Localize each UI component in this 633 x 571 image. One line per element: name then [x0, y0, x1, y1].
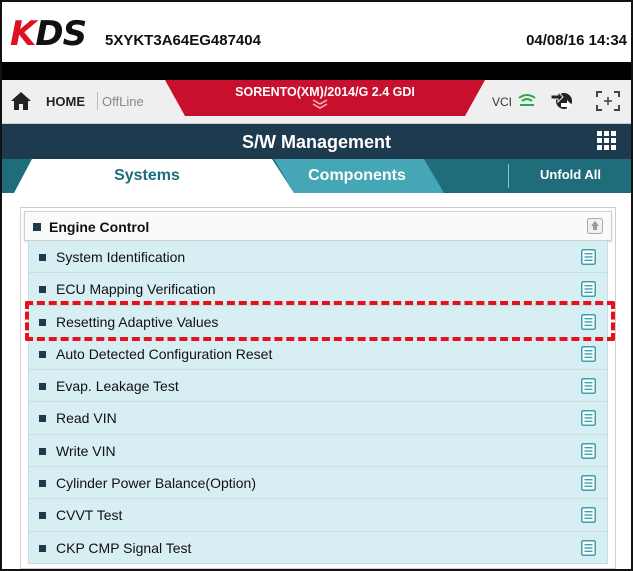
group-label: Engine Control — [49, 219, 150, 235]
system-group-panel: Engine Control System Identification ECU … — [20, 207, 616, 569]
datetime: 04/08/16 14:34 — [526, 32, 627, 49]
bullet-icon — [39, 350, 46, 358]
vin-number: 5XYKT3A64EG487404 — [105, 32, 261, 49]
document-icon[interactable] — [581, 442, 596, 459]
bullet-icon — [39, 415, 46, 423]
vehicle-info[interactable]: SORENTO(XM)/2014/G 2.4 GDI — [165, 85, 485, 99]
bullet-icon — [39, 544, 46, 552]
list-item-label: Write VIN — [56, 442, 116, 459]
list-item[interactable]: System Identification — [28, 241, 608, 274]
tab-systems-label[interactable]: Systems — [62, 167, 232, 185]
page-title: S/W Management — [241, 132, 392, 152]
list-item-label: Read VIN — [56, 410, 117, 427]
list-item[interactable]: CVVT Test — [28, 499, 608, 532]
bullet-icon — [33, 223, 41, 231]
list-item[interactable]: Write VIN — [28, 434, 608, 468]
unfold-all-button[interactable]: Unfold All — [514, 167, 627, 182]
bullet-icon — [39, 286, 46, 294]
list-item-label: System Identification — [56, 249, 186, 265]
group-header-engine-control[interactable]: Engine Control — [24, 211, 612, 241]
highlight-box — [25, 301, 615, 341]
home-icon[interactable] — [10, 91, 32, 111]
document-icon[interactable] — [581, 345, 596, 362]
home-button[interactable]: HOME — [46, 94, 85, 109]
list-item-label: Cylinder Power Balance(Option) — [56, 475, 256, 492]
function-list: System Identification ECU Mapping Verific… — [28, 241, 608, 564]
separator-bar — [2, 62, 631, 80]
bullet-icon — [39, 512, 46, 520]
document-icon[interactable] — [581, 507, 596, 524]
document-icon[interactable] — [581, 281, 596, 298]
bullet-icon — [39, 447, 46, 455]
content-area: Engine Control System Identification ECU … — [2, 193, 631, 569]
list-item[interactable]: Evap. Leakage Test — [28, 370, 608, 403]
top-header: KDS 5XYKT3A64EG487404 04/08/16 14:34 — [2, 2, 631, 58]
grid-menu-icon[interactable] — [597, 131, 617, 151]
vci-connect-icon[interactable] — [547, 89, 575, 113]
chevron-down-icon[interactable] — [310, 99, 330, 109]
list-item[interactable]: Read VIN — [28, 402, 608, 435]
connection-status: OffLine — [102, 94, 144, 109]
divider — [97, 92, 98, 110]
list-item[interactable]: Cylinder Power Balance(Option) — [28, 467, 608, 500]
document-icon[interactable] — [581, 475, 596, 492]
document-icon[interactable] — [581, 249, 596, 265]
bullet-icon — [39, 480, 46, 488]
list-item-label: ECU Mapping Verification — [56, 281, 216, 298]
list-item-label: CKP CMP Signal Test — [56, 539, 192, 556]
nav-bar: HOME OffLine SORENTO(XM)/2014/G 2.4 GDI … — [2, 80, 631, 124]
kds-logo: KDS — [10, 14, 87, 54]
list-item[interactable]: Auto Detected Configuration Reset — [28, 337, 608, 371]
document-icon[interactable] — [581, 410, 596, 427]
collapse-up-icon[interactable] — [587, 218, 603, 234]
wifi-signal-icon — [518, 94, 536, 106]
tab-bar: Systems Components Unfold All — [2, 159, 631, 193]
document-icon[interactable] — [581, 378, 596, 395]
divider — [508, 164, 509, 188]
vci-label: VCI — [492, 95, 513, 109]
bullet-icon — [39, 383, 46, 391]
screen-capture-icon[interactable] — [595, 90, 621, 112]
list-item-label: CVVT Test — [56, 507, 123, 524]
list-item[interactable]: CKP CMP Signal Test — [28, 531, 608, 564]
list-item-label: Auto Detected Configuration Reset — [56, 345, 273, 362]
title-bar: S/W Management — [2, 124, 631, 159]
tab-components-label[interactable]: Components — [282, 167, 432, 185]
list-item-label: Evap. Leakage Test — [56, 378, 179, 395]
bullet-icon — [39, 254, 46, 261]
document-icon[interactable] — [581, 539, 596, 556]
